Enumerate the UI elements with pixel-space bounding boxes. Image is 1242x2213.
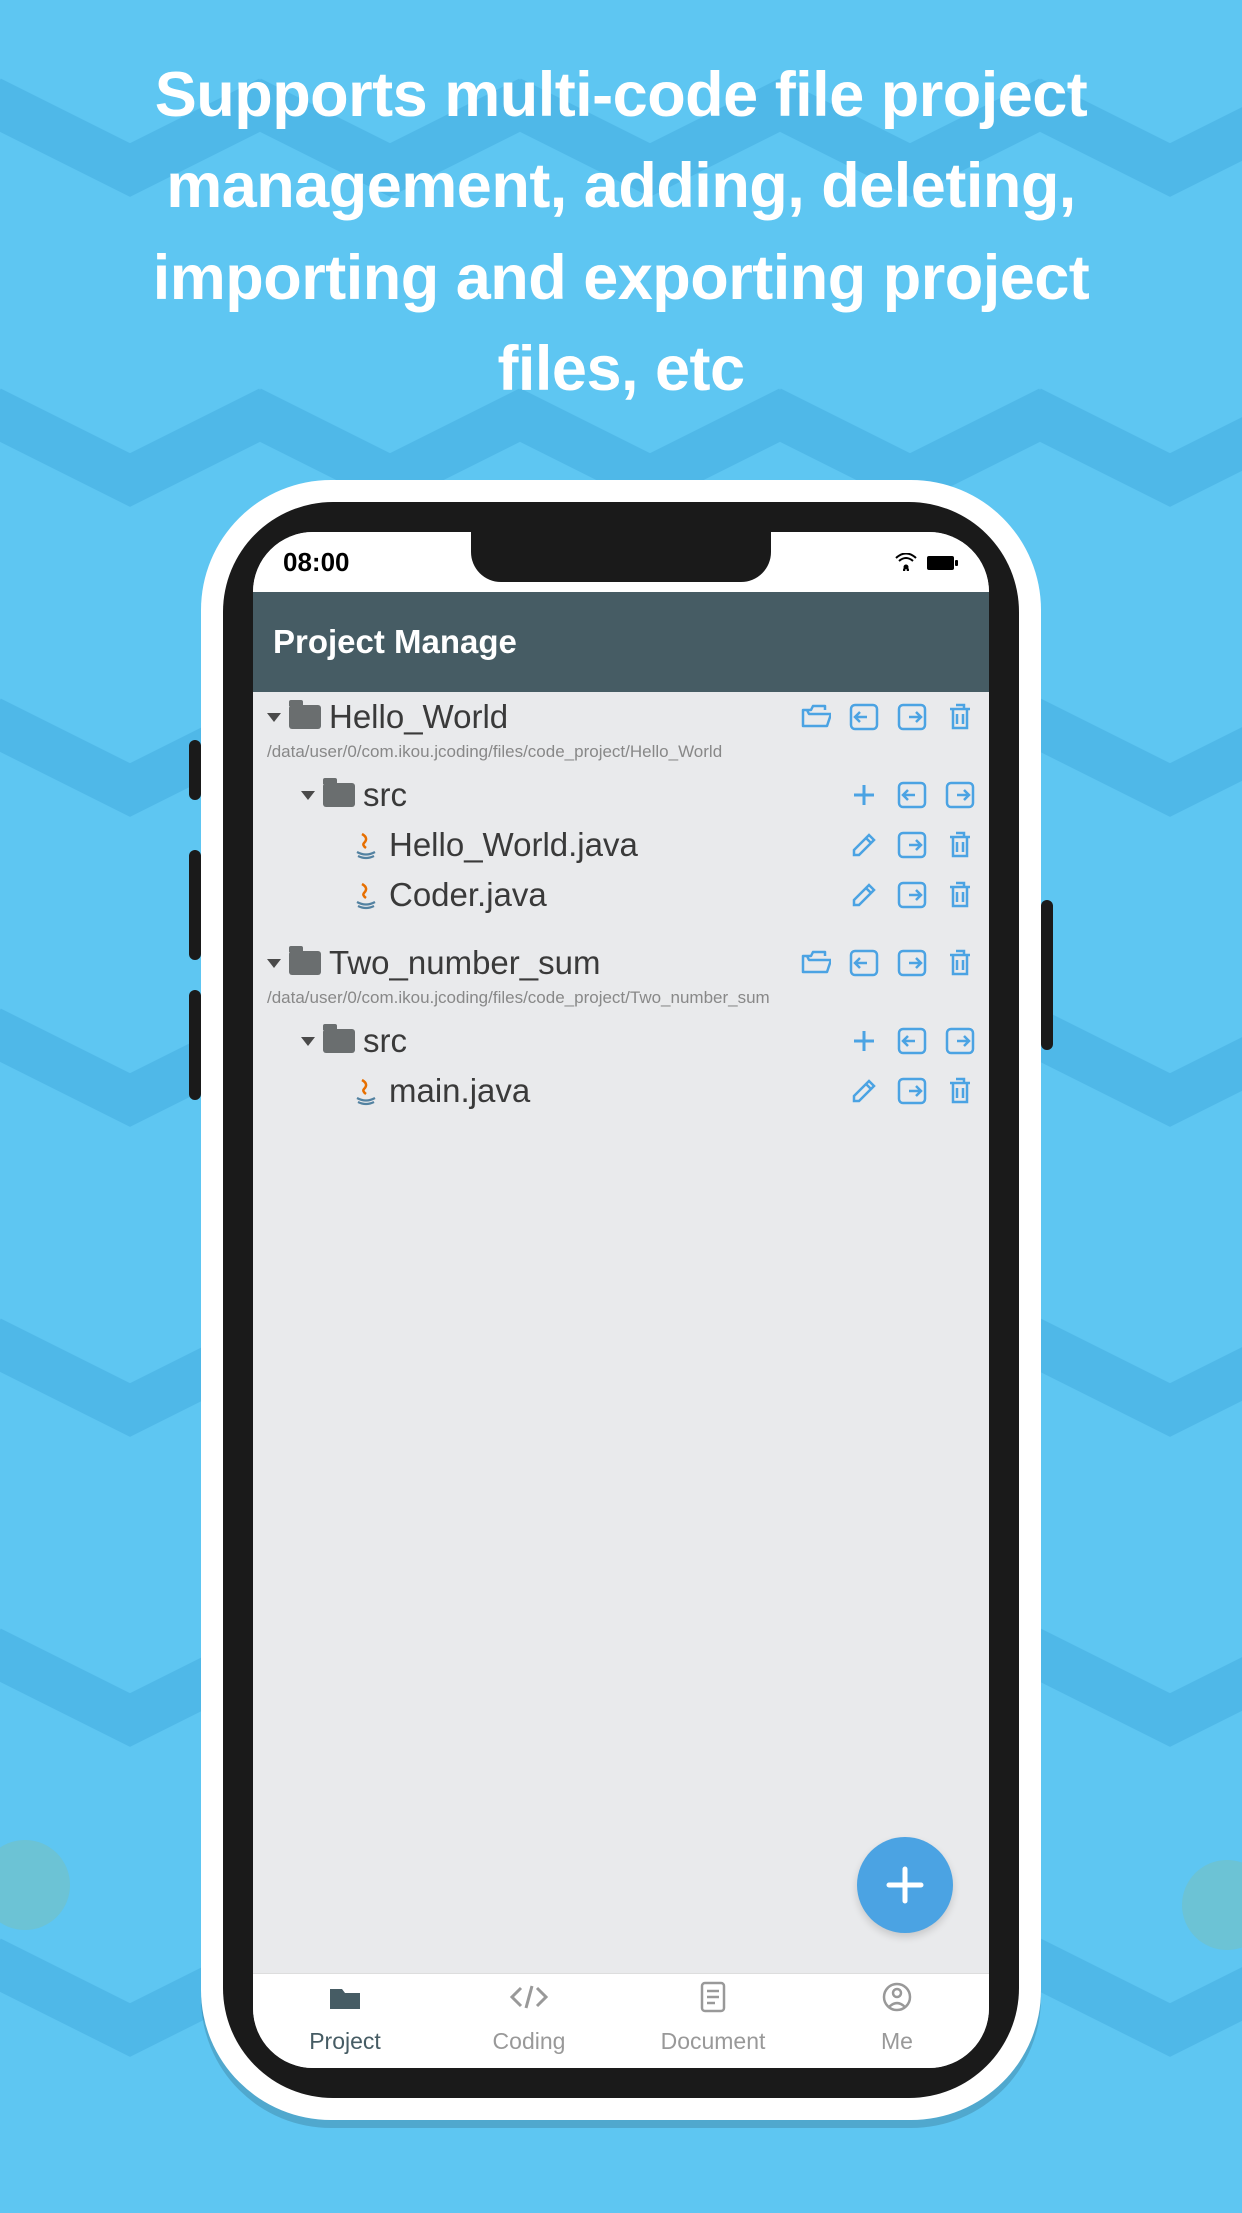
edit-icon[interactable] <box>849 1076 879 1106</box>
export-icon[interactable] <box>897 948 927 978</box>
open-folder-icon[interactable] <box>801 948 831 978</box>
delete-icon[interactable] <box>945 880 975 910</box>
project-path: /data/user/0/com.ikou.jcoding/files/code… <box>253 742 989 770</box>
project-row[interactable]: Hello_World <box>253 692 989 742</box>
delete-icon[interactable] <box>945 702 975 732</box>
folder-icon <box>289 705 321 729</box>
project-name: Two_number_sum <box>329 944 600 982</box>
folder-row[interactable]: src <box>253 770 989 820</box>
nav-me[interactable]: Me <box>805 1974 989 2068</box>
project-row[interactable]: Two_number_sum <box>253 938 989 988</box>
export-icon[interactable] <box>945 780 975 810</box>
hero-description: Supports multi-code file project managem… <box>0 50 1242 415</box>
add-icon[interactable] <box>849 780 879 810</box>
file-row[interactable]: main.java <box>253 1066 989 1116</box>
java-file-icon <box>351 880 381 910</box>
delete-icon[interactable] <box>945 1076 975 1106</box>
folder-icon <box>325 1982 365 2012</box>
file-name: Coder.java <box>389 876 547 914</box>
page-title: Project Manage <box>273 623 517 661</box>
add-icon[interactable] <box>849 1026 879 1056</box>
status-time: 08:00 <box>283 547 350 578</box>
nav-label: Me <box>881 2028 913 2055</box>
user-icon <box>877 1982 917 2012</box>
project-list: Hello_World /data/user/0/com.ikou.jcodin… <box>253 692 989 1973</box>
java-file-icon <box>351 830 381 860</box>
export-icon[interactable] <box>897 880 927 910</box>
project-name: Hello_World <box>329 698 508 736</box>
export-icon[interactable] <box>945 1026 975 1056</box>
chevron-down-icon <box>301 1037 315 1046</box>
project-path: /data/user/0/com.ikou.jcoding/files/code… <box>253 988 989 1016</box>
nav-document[interactable]: Document <box>621 1974 805 2068</box>
file-name: Hello_World.java <box>389 826 638 864</box>
import-icon[interactable] <box>849 948 879 978</box>
chevron-down-icon <box>267 959 281 968</box>
nav-label: Coding <box>493 2028 566 2055</box>
export-icon[interactable] <box>897 830 927 860</box>
edit-icon[interactable] <box>849 830 879 860</box>
export-icon[interactable] <box>897 702 927 732</box>
phone-mockup: 08:00 Project Manage Hello_World <box>201 480 1041 2120</box>
edit-icon[interactable] <box>849 880 879 910</box>
nav-project[interactable]: Project <box>253 1974 437 2068</box>
file-row[interactable]: Hello_World.java <box>253 820 989 870</box>
chevron-down-icon <box>301 791 315 800</box>
nav-label: Project <box>309 2028 381 2055</box>
battery-icon <box>927 547 959 578</box>
code-icon <box>509 1982 549 2012</box>
folder-icon <box>323 1029 355 1053</box>
app-header: Project Manage <box>253 592 989 692</box>
bottom-nav: Project Coding Document Me <box>253 1973 989 2068</box>
folder-icon <box>289 951 321 975</box>
delete-icon[interactable] <box>945 830 975 860</box>
wifi-icon <box>895 547 917 578</box>
import-icon[interactable] <box>897 780 927 810</box>
folder-name: src <box>363 776 407 814</box>
import-icon[interactable] <box>897 1026 927 1056</box>
folder-icon <box>323 783 355 807</box>
nav-coding[interactable]: Coding <box>437 1974 621 2068</box>
folder-row[interactable]: src <box>253 1016 989 1066</box>
fab-add-button[interactable] <box>857 1837 953 1933</box>
import-icon[interactable] <box>849 702 879 732</box>
nav-label: Document <box>661 2028 766 2055</box>
open-folder-icon[interactable] <box>801 702 831 732</box>
export-icon[interactable] <box>897 1076 927 1106</box>
chevron-down-icon <box>267 713 281 722</box>
delete-icon[interactable] <box>945 948 975 978</box>
folder-name: src <box>363 1022 407 1060</box>
java-file-icon <box>351 1076 381 1106</box>
document-icon <box>693 1982 733 2012</box>
file-name: main.java <box>389 1072 530 1110</box>
file-row[interactable]: Coder.java <box>253 870 989 920</box>
